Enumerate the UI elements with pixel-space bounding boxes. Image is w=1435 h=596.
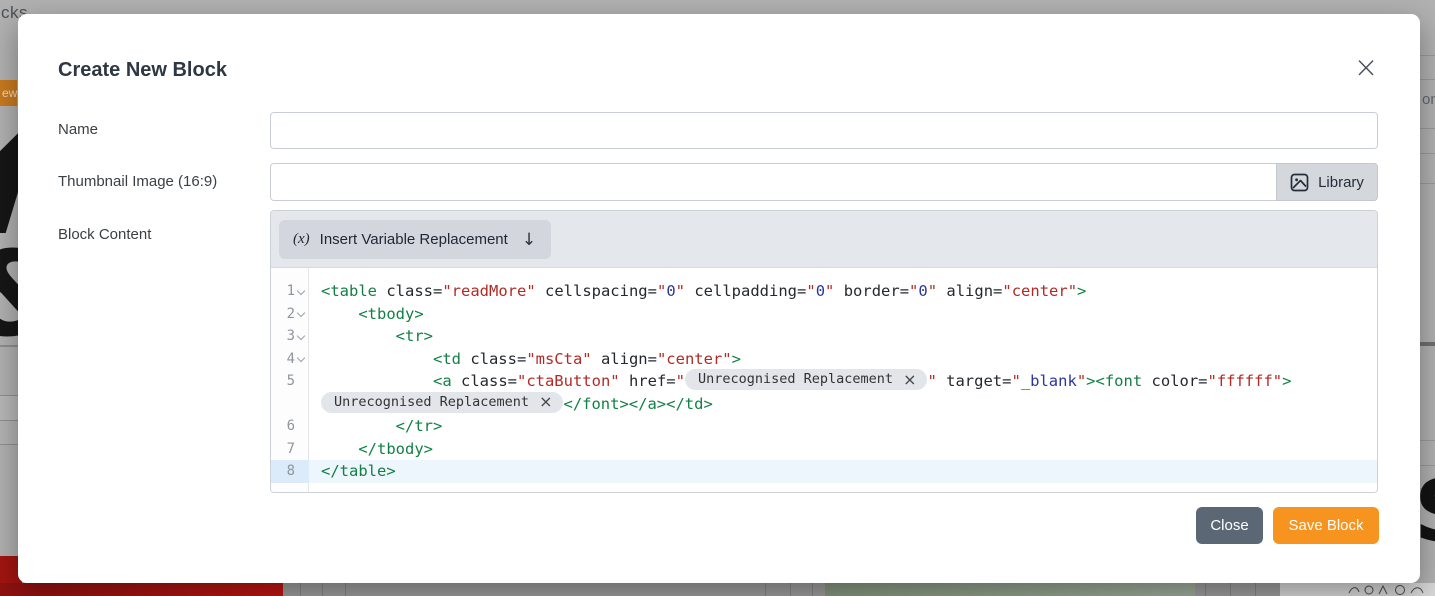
insert-variable-button[interactable]: (x) Insert Variable Replacement ↓ xyxy=(279,220,551,259)
code-line-3[interactable]: 3 <tr> xyxy=(271,325,1377,348)
line-number: 4 xyxy=(287,348,295,371)
background-image-fragment: & xyxy=(0,243,20,353)
gutter-cell: 1 xyxy=(271,280,309,303)
arrow-down-icon: ↓ xyxy=(522,230,536,250)
library-button-label: Library xyxy=(1318,174,1364,191)
name-label: Name xyxy=(58,121,98,138)
background-header-fragment: on xyxy=(1422,91,1435,108)
line-number: 8 xyxy=(287,460,295,483)
background-divider xyxy=(0,345,19,347)
editor-toolbar: (x) Insert Variable Replacement ↓ xyxy=(271,211,1377,268)
gutter-cell: 4 xyxy=(271,348,309,371)
code-editor-area[interactable]: 1 <table class="readMore" cellspacing="0"… xyxy=(271,268,1377,492)
chip-label: Unrecognised Replacement xyxy=(698,368,893,391)
code-content[interactable]: <table class="readMore" cellspacing="0" … xyxy=(309,280,1086,303)
background-divider xyxy=(1230,583,1231,596)
create-new-block-modal: Create New Block × Name Thumbnail Image … xyxy=(18,14,1420,583)
code-content[interactable]: </table> xyxy=(309,460,396,483)
line-number: 5 xyxy=(287,370,295,393)
background-row xyxy=(0,420,19,445)
background-divider xyxy=(1255,583,1256,596)
gutter-cell: 6 xyxy=(271,415,309,438)
code-content[interactable]: <tbody> xyxy=(309,303,424,326)
block-content-editor: (x) Insert Variable Replacement ↓ 1 <tabl… xyxy=(270,210,1378,493)
background-divider xyxy=(345,583,346,596)
code-content[interactable]: </tr> xyxy=(309,415,442,438)
code-line-5[interactable]: 5 <a class="ctaButton" href="Unrecognise… xyxy=(271,370,1377,393)
gutter-cell: 8 xyxy=(271,460,309,483)
code-content[interactable]: <td class="msCta" align="center"> xyxy=(309,348,741,371)
line-number: 7 xyxy=(287,438,295,461)
thumbnail-label: Thumbnail Image (16:9) xyxy=(58,173,217,190)
fold-chevron-icon[interactable] xyxy=(297,287,306,296)
gutter-cell xyxy=(271,393,309,416)
modal-title: Create New Block xyxy=(58,59,227,82)
code-content[interactable]: <a class="ctaButton" href="Unrecognised … xyxy=(309,370,1291,393)
close-button[interactable]: Close xyxy=(1196,507,1263,544)
line-number: 2 xyxy=(287,303,295,326)
chip-remove-icon[interactable]: × xyxy=(903,372,916,388)
chip-remove-icon[interactable]: × xyxy=(539,394,552,410)
background-divider xyxy=(765,583,766,596)
code-line-1[interactable]: 1 <table class="readMore" cellspacing="0"… xyxy=(271,280,1377,303)
background-divider xyxy=(322,583,323,596)
background-image-fragment xyxy=(0,128,19,233)
background-thumbnail-red xyxy=(0,583,283,596)
code-rows: 1 <table class="readMore" cellspacing="0"… xyxy=(271,280,1377,483)
background-row xyxy=(0,395,19,420)
background-divider xyxy=(790,583,791,596)
background-doodle-art xyxy=(1345,583,1435,596)
name-input[interactable] xyxy=(270,112,1378,149)
fold-chevron-icon[interactable] xyxy=(297,309,306,318)
variable-chip[interactable]: Unrecognised Replacement × xyxy=(685,369,927,390)
fold-chevron-icon[interactable] xyxy=(297,354,306,363)
code-line-wrap[interactable]: Unrecognised Replacement×</font></a></td… xyxy=(271,393,1377,416)
block-content-label: Block Content xyxy=(58,226,151,243)
line-number: 1 xyxy=(287,280,295,303)
library-button[interactable]: Library xyxy=(1276,163,1378,201)
insert-variable-label: Insert Variable Replacement xyxy=(320,231,508,248)
line-number: 6 xyxy=(287,415,295,438)
code-line-7[interactable]: 7 </tbody> xyxy=(271,438,1377,461)
variable-x-icon: (x) xyxy=(293,231,310,248)
fold-chevron-icon[interactable] xyxy=(297,332,306,341)
background-divider xyxy=(300,583,301,596)
thumbnail-input[interactable] xyxy=(270,163,1277,201)
line-number: 3 xyxy=(287,325,295,348)
chip-label: Unrecognised Replacement xyxy=(334,391,529,414)
gutter-cell: 7 xyxy=(271,438,309,461)
code-line-6[interactable]: 6 </tr> xyxy=(271,415,1377,438)
background-divider xyxy=(1205,583,1206,596)
gutter-cell: 2 xyxy=(271,303,309,326)
close-icon[interactable]: × xyxy=(1350,52,1382,84)
code-line-2[interactable]: 2 <tbody> xyxy=(271,303,1377,326)
save-block-button[interactable]: Save Block xyxy=(1273,507,1379,544)
gutter-cell: 5 xyxy=(271,370,309,393)
code-line-8[interactable]: 8 </table> xyxy=(271,460,1377,483)
code-content[interactable]: Unrecognised Replacement×</font></a></td… xyxy=(309,393,713,416)
code-line-4[interactable]: 4 <td class="msCta" align="center"> xyxy=(271,348,1377,371)
background-thumbnail-green xyxy=(825,583,1195,596)
variable-chip[interactable]: Unrecognised Replacement × xyxy=(321,392,563,413)
background-new-button-fragment: ew xyxy=(0,80,17,106)
background-divider xyxy=(812,583,813,596)
image-icon xyxy=(1290,173,1309,192)
gutter-cell: 3 xyxy=(271,325,309,348)
code-content[interactable]: <tr> xyxy=(309,325,433,348)
code-content[interactable]: </tbody> xyxy=(309,438,433,461)
